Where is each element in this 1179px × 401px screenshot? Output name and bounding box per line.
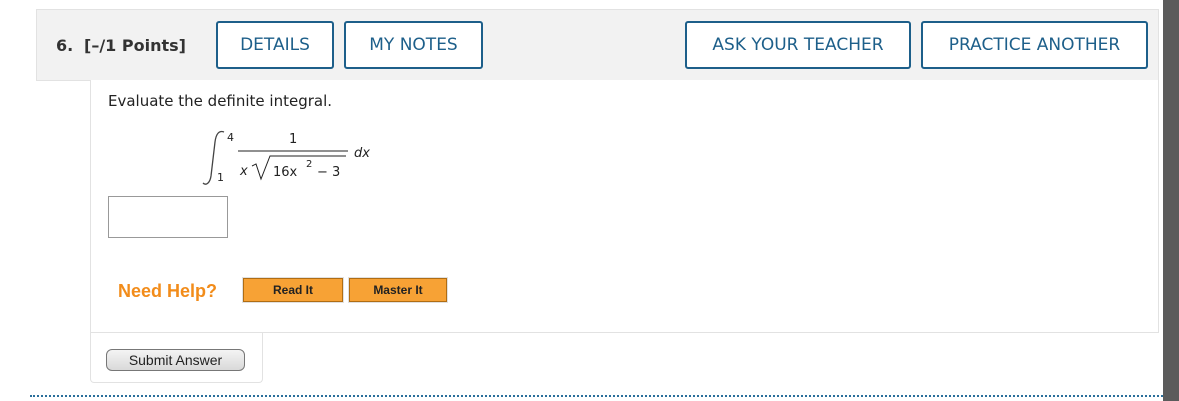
denominator-x: x (239, 164, 248, 179)
submit-answer-button[interactable]: Submit Answer (106, 349, 245, 371)
question-header: 6. [–/1 Points] DETAILS MY NOTES ASK YOU… (36, 9, 1159, 81)
read-it-button[interactable]: Read It (242, 277, 344, 303)
numerator: 1 (289, 132, 297, 147)
my-notes-button[interactable]: MY NOTES (344, 21, 483, 69)
scrollbar-edge (1163, 0, 1179, 401)
integral-expression: 4 1 1 x 16x 2 − 3 dx (202, 130, 370, 185)
upper-limit: 4 (227, 131, 234, 144)
need-help-label: Need Help? (118, 281, 218, 301)
answer-input[interactable] (108, 196, 228, 238)
question-prompt: Evaluate the definite integral. (108, 92, 333, 110)
practice-another-button[interactable]: PRACTICE ANOTHER (921, 21, 1148, 69)
ask-your-teacher-button[interactable]: ASK YOUR TEACHER (685, 21, 911, 69)
radicand-rest: − 3 (317, 165, 340, 180)
differential: dx (354, 146, 370, 161)
details-button[interactable]: DETAILS (216, 21, 334, 69)
radicand-exponent: 2 (306, 159, 312, 170)
master-it-button[interactable]: Master It (348, 277, 448, 303)
question-points: [–/1 Points] (84, 36, 186, 55)
radicand-coefficient: 16x (273, 165, 298, 180)
lower-limit: 1 (217, 171, 224, 184)
question-number: 6. (56, 36, 74, 55)
dotted-divider (30, 395, 1163, 397)
